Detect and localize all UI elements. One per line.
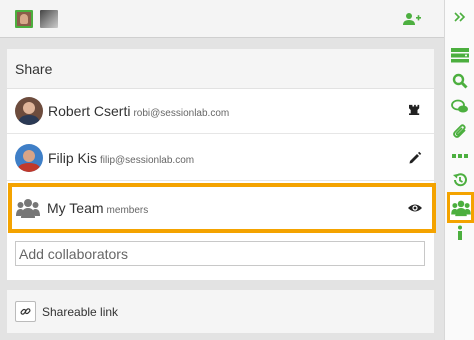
collapse-chevrons-icon[interactable] xyxy=(451,9,469,25)
share-panel: Share Robert Csertirobi@sessionlab.com xyxy=(7,49,436,280)
add-collaborators-input[interactable] xyxy=(15,241,425,266)
blocks-icon[interactable] xyxy=(451,47,469,63)
shareable-link-label: Shareable link xyxy=(42,304,119,319)
collaborator-email: robi@sessionlab.com xyxy=(133,108,230,119)
avatar xyxy=(15,144,43,172)
attachment-icon[interactable] xyxy=(451,124,469,140)
team-row-highlighted[interactable]: My Team members xyxy=(8,183,436,233)
shareable-link-panel: Shareable link xyxy=(7,290,434,333)
team-icon xyxy=(16,199,40,218)
add-user-icon[interactable] xyxy=(403,12,421,26)
collaborator-row[interactable]: Robert Cserti robi@sessionlab.com xyxy=(7,89,434,134)
owner-rook-icon[interactable] xyxy=(408,104,422,118)
link-icon xyxy=(15,301,36,322)
more-dots-icon[interactable] xyxy=(451,148,469,164)
collaborator-avatar-thumb[interactable] xyxy=(40,10,58,28)
avatar xyxy=(15,97,43,125)
history-icon[interactable] xyxy=(451,172,469,188)
comments-icon[interactable] xyxy=(451,99,469,115)
collaborator-name: Filip Kis filip@sessionlab.com xyxy=(48,150,195,166)
right-sidebar xyxy=(444,0,474,340)
shareable-link-button[interactable]: Shareable link xyxy=(15,301,118,322)
collaborator-avatar-thumb[interactable] xyxy=(15,10,33,28)
team-members-label: members xyxy=(106,205,149,216)
edit-pencil-icon[interactable] xyxy=(408,151,422,165)
team-icon xyxy=(450,200,471,216)
search-icon[interactable] xyxy=(451,73,469,89)
collaborator-email: filip@sessionlab.com xyxy=(100,155,195,166)
main-area: Share Robert Csertirobi@sessionlab.com xyxy=(0,0,444,340)
collaborator-name: Robert Cserti robi@sessionlab.com xyxy=(48,103,230,119)
collaborator-name: My Team members xyxy=(47,200,149,216)
team-sidebar-button-active[interactable] xyxy=(447,192,474,223)
view-eye-icon[interactable] xyxy=(408,201,422,215)
top-toolbar xyxy=(0,0,444,38)
share-title: Share xyxy=(7,49,434,89)
collaborator-row[interactable]: Filip Kis filip@sessionlab.com xyxy=(7,136,434,181)
info-icon[interactable] xyxy=(451,225,469,241)
